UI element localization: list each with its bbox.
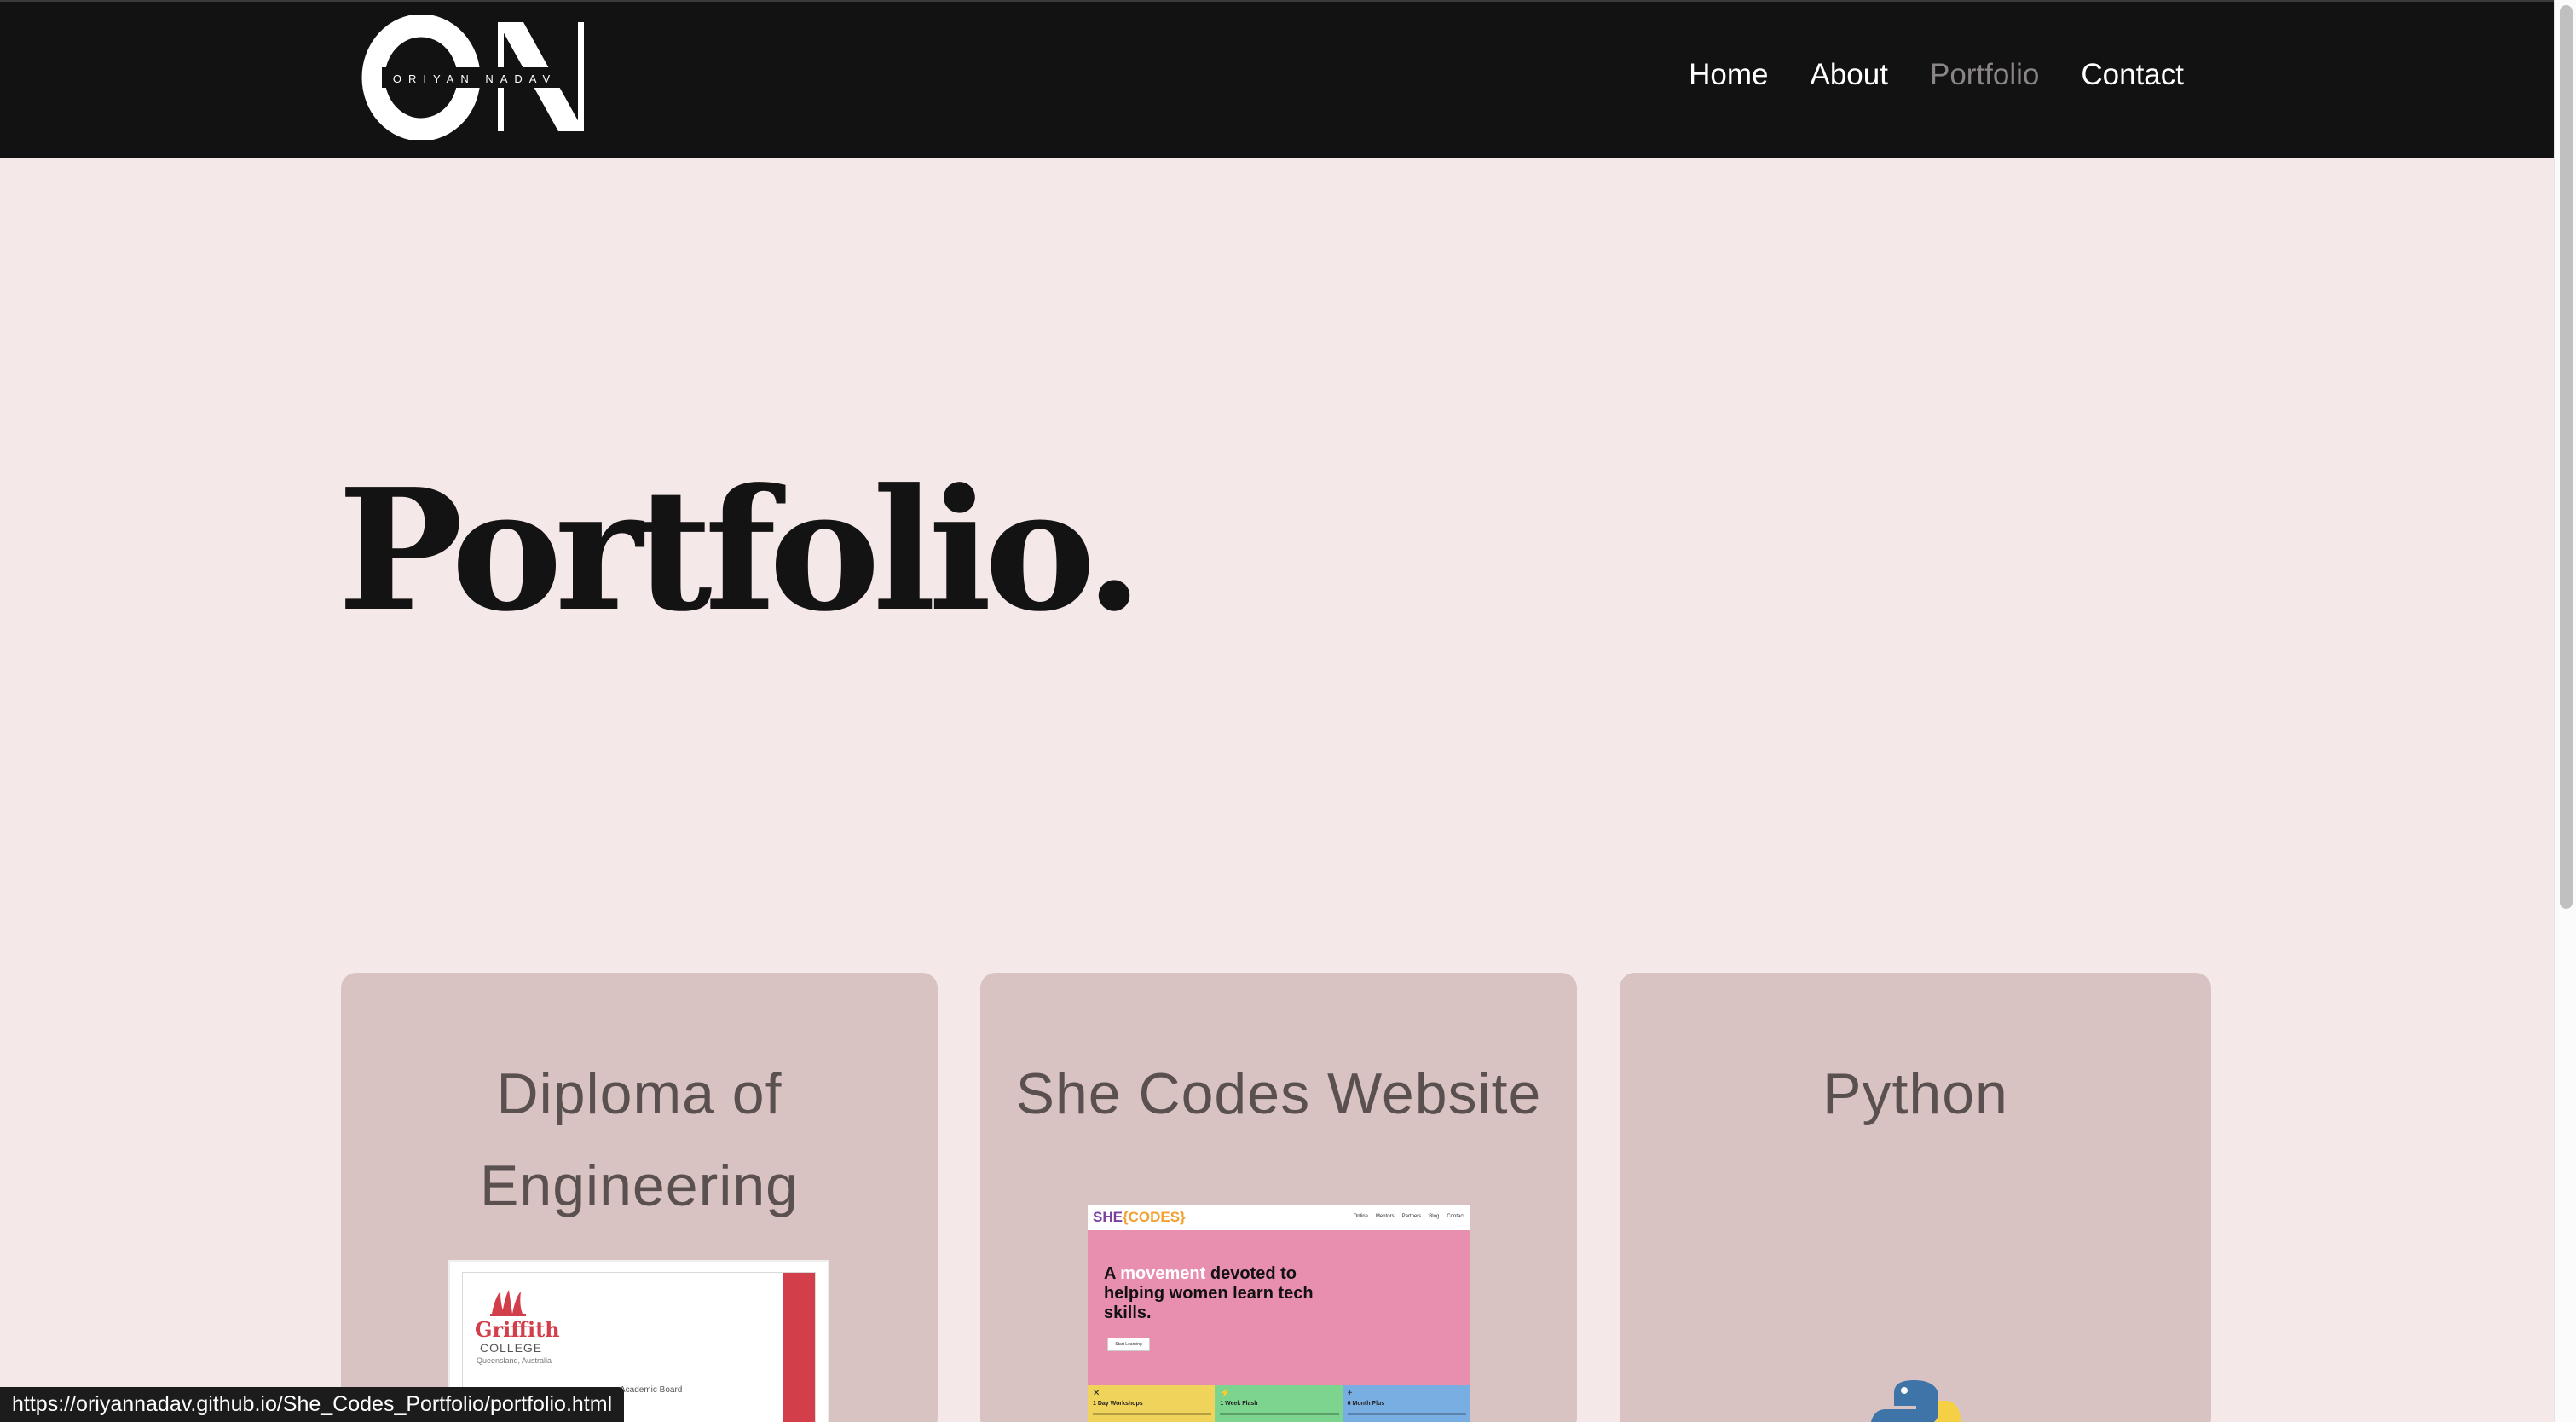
link-status-bar: https://oriyannadav.github.io/She_Codes_… <box>0 1387 625 1422</box>
site-preview-button: Start Learning <box>1107 1338 1150 1351</box>
brand-she: SHE <box>1093 1209 1123 1225</box>
tile-text-line <box>1347 1413 1466 1415</box>
nav-portfolio[interactable]: Portfolio <box>1930 58 2039 92</box>
site-preview-heading: A movement devoted to helping women lear… <box>1104 1264 1351 1323</box>
tile-text-line <box>1220 1413 1339 1415</box>
page-title: Portfolio. <box>338 453 1143 649</box>
certificate-board: Academic Board <box>620 1385 683 1395</box>
site-preview-tile: ⚡ 1 Week Flash <box>1215 1385 1343 1422</box>
portfolio-card-diploma[interactable]: Diploma of Engineering Griffith COLLEGE … <box>341 973 938 1422</box>
she-codes-website-screenshot: SHE{CODES} Online Mentors Partners Blog … <box>1088 1205 1470 1422</box>
site-preview-brand: SHE{CODES} <box>1093 1209 1186 1226</box>
certificate-place: Queensland, Australia <box>477 1356 552 1365</box>
brand-codes: {CODES} <box>1122 1209 1186 1225</box>
site-preview-link: Mentors <box>1375 1214 1395 1219</box>
tile-title: 1 Day Workshops <box>1093 1401 1143 1407</box>
portfolio-card-python[interactable]: Python <box>1620 973 2211 1422</box>
griffith-crest-icon <box>490 1290 526 1316</box>
tile-title: 6 Month Plus <box>1347 1401 1385 1407</box>
portfolio-card-she-codes[interactable]: She Codes Website SHE{CODES} Online Ment… <box>980 973 1577 1422</box>
site-header: ORIYAN NADAV Home About Portfolio Contac… <box>0 0 2554 158</box>
nav-about[interactable]: About <box>1811 58 1888 92</box>
site-preview-link: Blog <box>1429 1214 1440 1219</box>
card-title: She Codes Website <box>1015 1061 1542 1126</box>
site-preview-navbar: SHE{CODES} Online Mentors Partners Blog … <box>1088 1205 1470 1230</box>
site-preview-tiles: ✕ 1 Day Workshops ⚡ 1 Week Flash +6 Month … <box>1088 1385 1470 1422</box>
site-preview-hero: A movement devoted to helping women lear… <box>1088 1230 1470 1385</box>
heading-highlight: movement <box>1120 1264 1206 1283</box>
tile-icon: ✕ <box>1093 1389 1100 1398</box>
card-title: Diploma of Engineering <box>480 1061 799 1218</box>
card-title: Python <box>1822 1061 2008 1126</box>
site-preview-link: Contact <box>1447 1214 1464 1219</box>
site-preview-link: Online <box>1353 1214 1368 1219</box>
site-preview-link: Partners <box>1401 1214 1422 1219</box>
certificate-brand: Griffith <box>475 1317 560 1342</box>
scrollbar-thumb[interactable] <box>2560 5 2573 909</box>
heading-part: A <box>1104 1264 1121 1283</box>
certificate-stripe <box>783 1273 815 1422</box>
site-preview-tile: ✕ 1 Day Workshops <box>1088 1385 1216 1422</box>
tile-icon: + <box>1347 1389 1353 1398</box>
site-logo[interactable]: ORIYAN NADAV <box>356 15 598 140</box>
site-preview-tile: +6 Month Plus <box>1342 1385 1470 1422</box>
main-nav: Home About Portfolio Contact <box>1689 58 2184 92</box>
site-preview-links: Online Mentors Partners Blog Contact <box>1354 1214 1464 1219</box>
python-logo-icon <box>1871 1380 1961 1422</box>
nav-contact[interactable]: Contact <box>2081 58 2184 92</box>
on-monogram-icon: ORIYAN NADAV <box>361 15 584 140</box>
logo-name-text: ORIYAN NADAV <box>393 72 557 85</box>
tile-icon: ⚡ <box>1220 1389 1231 1398</box>
tile-text-line <box>1093 1413 1212 1415</box>
tile-title: 1 Week Flash <box>1220 1401 1258 1407</box>
vertical-scrollbar[interactable] <box>2554 0 2576 1422</box>
nav-home[interactable]: Home <box>1689 58 1768 92</box>
certificate-college: COLLEGE <box>480 1341 543 1355</box>
